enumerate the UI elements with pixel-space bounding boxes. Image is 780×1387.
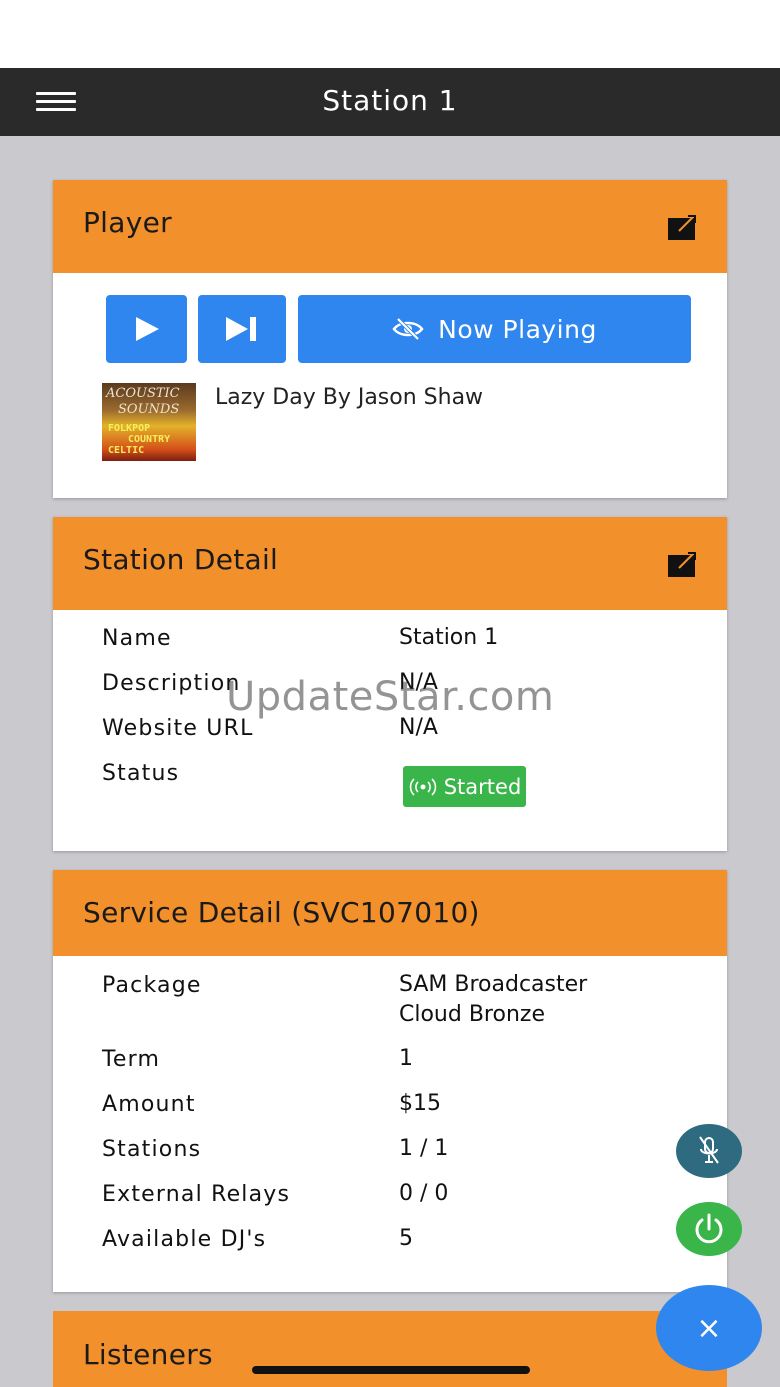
station-detail-title: Station Detail — [83, 543, 279, 576]
detail-value-line: SAM Broadcaster — [399, 972, 588, 997]
album-art-text: COUNTRY — [128, 434, 171, 445]
service-detail-card: Service Detail (SVC107010) Package SAM B… — [53, 870, 727, 1292]
detail-value: SAM Broadcaster Cloud Bronze — [399, 970, 587, 1030]
service-detail-body: Package SAM Broadcaster Cloud Bronze Ter… — [53, 956, 727, 1292]
detail-label: Name — [102, 626, 172, 651]
station-detail-body: Name Station 1 Description N/A Website U… — [53, 610, 727, 851]
broadcast-icon — [409, 777, 436, 796]
play-button[interactable] — [106, 295, 187, 363]
player-card-body: Now Playing ACOUSTIC SOUNDS FOLKPOP COUN… — [53, 273, 727, 498]
detail-label: Available DJ's — [102, 1227, 267, 1252]
mic-off-icon — [699, 1136, 719, 1164]
close-icon: × — [696, 1310, 722, 1346]
detail-label: Description — [102, 671, 241, 696]
service-detail-header: Service Detail (SVC107010) — [53, 870, 727, 956]
detail-value: 1 — [399, 1046, 413, 1071]
player-card-header: Player — [53, 180, 727, 273]
listeners-header: Listeners — [53, 1311, 727, 1387]
track-title: Lazy Day By Jason Shaw — [215, 385, 484, 410]
detail-label: Amount — [102, 1092, 196, 1117]
detail-label: Package — [102, 973, 202, 998]
album-art-genres: FOLKPOP COUNTRY CELTIC — [108, 423, 170, 456]
detail-label: External Relays — [102, 1182, 291, 1207]
status-badge-label: Started — [443, 774, 522, 799]
detail-value: Station 1 — [399, 625, 499, 650]
skip-next-icon — [226, 317, 256, 341]
album-art-text: ACOUSTIC — [106, 386, 180, 401]
album-art-text: SOUNDS — [118, 402, 180, 417]
album-art: ACOUSTIC SOUNDS FOLKPOP COUNTRY CELTIC — [102, 383, 196, 461]
detail-value: $15 — [399, 1091, 441, 1116]
listeners-card: Listeners — [53, 1311, 727, 1387]
album-art-text: CELTIC — [108, 445, 145, 456]
play-icon — [135, 317, 159, 341]
close-fab-button[interactable]: × — [656, 1285, 762, 1371]
edit-icon[interactable] — [667, 215, 697, 241]
status-bar — [0, 0, 780, 68]
eye-slash-icon — [392, 318, 424, 340]
edit-icon[interactable] — [667, 552, 697, 578]
listeners-title: Listeners — [83, 1338, 213, 1371]
detail-label: Term — [102, 1047, 161, 1072]
station-detail-header: Station Detail — [53, 517, 727, 610]
top-navbar: Station 1 — [0, 68, 780, 136]
album-art-text: FOLKPOP — [108, 423, 151, 434]
detail-value: 5 — [399, 1226, 413, 1251]
watermark: UpdateStar.com — [226, 674, 555, 720]
detail-value: 1 / 1 — [399, 1136, 449, 1161]
player-card-title: Player — [83, 206, 172, 239]
skip-next-button[interactable] — [198, 295, 286, 363]
detail-value-line: Cloud Bronze — [399, 1002, 545, 1027]
detail-label: Stations — [102, 1137, 202, 1162]
detail-value: 0 / 0 — [399, 1181, 449, 1206]
service-detail-title: Service Detail (SVC107010) — [83, 896, 480, 929]
home-indicator — [252, 1366, 530, 1374]
power-icon — [695, 1213, 723, 1244]
mute-mic-button[interactable] — [676, 1124, 742, 1178]
detail-label: Status — [102, 761, 180, 786]
power-button[interactable] — [676, 1202, 742, 1256]
now-playing-button[interactable]: Now Playing — [298, 295, 691, 363]
now-playing-label: Now Playing — [438, 314, 597, 344]
page-title: Station 1 — [322, 84, 458, 117]
status-badge: Started — [403, 766, 526, 807]
player-card: Player Now Playing ACOUSTIC SOUNDS FOLKP… — [53, 180, 727, 498]
